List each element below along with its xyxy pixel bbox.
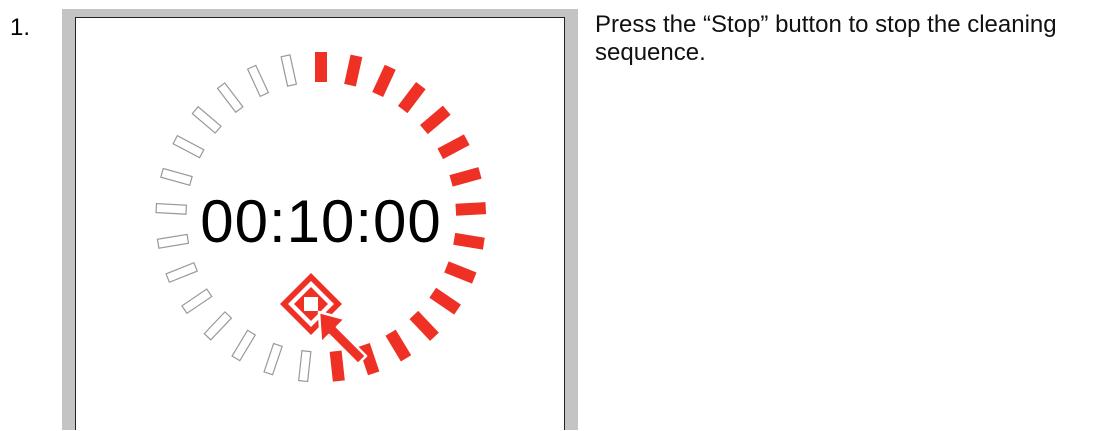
timer-display: 00:10:00 [200,188,442,255]
progress-segment-remaining [160,167,193,186]
progress-segment-remaining [181,288,213,315]
progress-segment-remaining [246,64,270,98]
step-number: 1. [10,14,31,41]
instruction-text: Press the “Stop” button to stop the clea… [595,11,1057,66]
progress-segment-remaining [216,82,244,114]
arrow-pointer-icon [317,310,368,364]
progress-segment-complete [449,167,482,187]
progress-segment-complete [372,64,396,97]
device-screen: 00:10:00 [75,17,565,430]
progress-segment-remaining [191,105,222,134]
stop-button[interactable] [276,269,396,364]
progress-segment-complete [409,310,439,341]
progress-segment-complete [344,54,363,87]
progress-segment-remaining [203,311,233,341]
progress-segment-remaining [165,261,199,284]
progress-segment-remaining [172,134,205,159]
progress-segment-complete [444,261,477,284]
progress-segment-complete [315,52,327,82]
progress-segment-complete [420,105,451,135]
progress-segment-remaining [231,329,257,362]
progress-segment-remaining [280,54,298,87]
progress-segment-complete [397,82,426,114]
progress-segment-complete [429,287,461,315]
progress-segment-complete [437,134,470,160]
